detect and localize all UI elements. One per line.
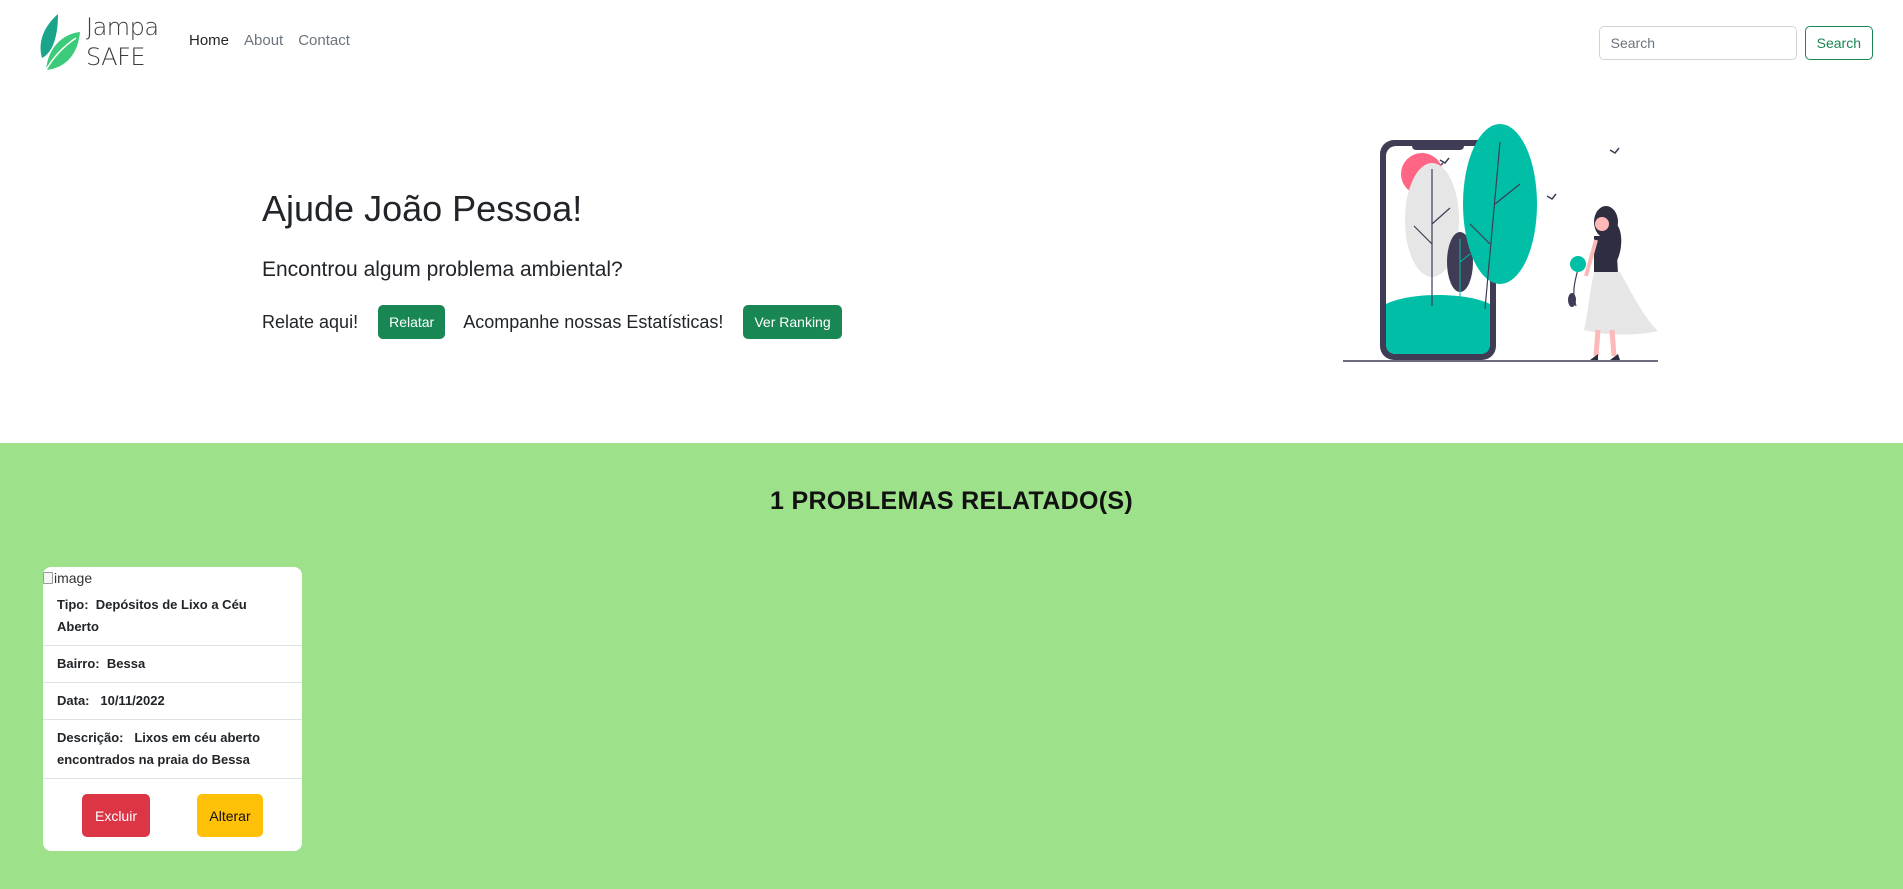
report-data-label: Data: — [57, 693, 90, 708]
stats-prompt-text: Acompanhe nossas Estatísticas! — [463, 311, 724, 332]
reports-section: 1 PROBLEMAS RELATADO(S) image Tipo: Depó… — [0, 443, 1903, 889]
hero-actions: Relate aqui! Relatar Acompanhe nossas Es… — [262, 305, 842, 339]
hero-title: Ajude João Pessoa! — [262, 188, 583, 229]
report-bairro-value: Bessa — [106, 656, 146, 671]
leaf-logo-icon — [40, 14, 80, 71]
nav-link-home[interactable]: Home — [189, 32, 229, 49]
brand-text: Jampa SAFE — [86, 12, 159, 72]
search-button[interactable]: Search — [1804, 26, 1873, 60]
broken-image-icon — [43, 572, 53, 584]
report-bairro-row: Bairro: Bessa — [43, 646, 302, 683]
reports-heading: 1 PROBLEMAS RELATADO(S) — [770, 487, 1133, 515]
hero-section: Ajude João Pessoa! Encontrou algum probl… — [0, 84, 1903, 443]
navbar: Jampa SAFE Home About Contact Search — [0, 0, 1903, 84]
ranking-button[interactable]: Ver Ranking — [743, 305, 842, 339]
report-image: image — [43, 567, 302, 587]
hero-subtitle: Encontrou algum problema ambiental? — [262, 258, 623, 281]
brand-line-1: Jampa — [86, 13, 159, 41]
report-tipo-row: Tipo: Depósitos de Lixo a Céu Aberto — [43, 587, 302, 646]
report-prompt-text: Relate aqui! — [262, 311, 359, 332]
report-data-value: 10/11/2022 — [100, 693, 165, 708]
nav-links: Home About Contact — [189, 32, 350, 49]
delete-report-button[interactable]: Excluir — [82, 794, 150, 837]
search-input[interactable] — [1598, 26, 1797, 60]
report-actions: Excluir Alterar — [43, 794, 302, 837]
report-button[interactable]: Relatar — [378, 305, 446, 339]
report-image-alt: image — [54, 570, 93, 586]
edit-report-button[interactable]: Alterar — [197, 794, 263, 837]
report-data-row: Data: 10/11/2022 — [43, 683, 302, 720]
report-tipo-label: Tipo: — [57, 597, 89, 612]
search-form: Search — [1598, 26, 1873, 60]
report-card: image Tipo: Depósitos de Lixo a Céu Aber… — [43, 567, 302, 851]
brand-line-2: SAFE — [86, 43, 146, 71]
brand-logo[interactable]: Jampa SAFE — [36, 10, 166, 74]
report-bairro-label: Bairro: — [57, 656, 100, 671]
report-descricao-label: Descrição: — [57, 730, 124, 745]
nav-link-contact[interactable]: Contact — [298, 32, 350, 49]
phone-nature-illustration — [1343, 124, 1658, 362]
nav-link-about[interactable]: About — [244, 32, 283, 49]
report-descricao-row: Descrição: Lixos em céu aberto encontrad… — [43, 720, 302, 779]
